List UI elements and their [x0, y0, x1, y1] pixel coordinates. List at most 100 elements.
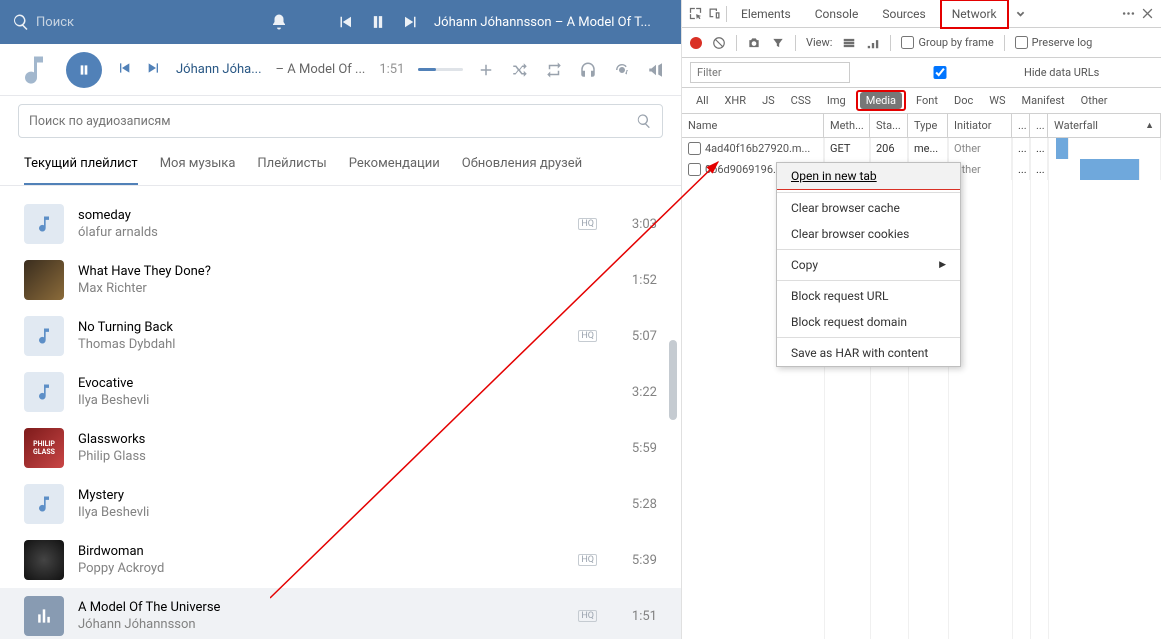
shuffle-icon[interactable]	[511, 61, 529, 79]
track-title: No Turning Back	[78, 320, 564, 335]
camera-icon[interactable]	[747, 36, 761, 50]
progress-bar[interactable]	[418, 68, 463, 71]
tab-console[interactable]: Console	[805, 1, 869, 27]
col-waterfall[interactable]: Waterfall▲	[1048, 114, 1161, 137]
context-menu-item[interactable]: Open in new tab	[777, 163, 960, 190]
type-filter-js[interactable]: JS	[756, 92, 781, 109]
track-row[interactable]: EvocativeIlya Beshevli3:22	[0, 364, 681, 420]
track-row[interactable]: PHILIPGLASSGlassworksPhilip Glass5:59	[0, 420, 681, 476]
audio-search-input[interactable]	[29, 114, 636, 129]
repeat-icon[interactable]	[545, 61, 563, 79]
track-info: GlassworksPhilip Glass	[78, 432, 605, 464]
track-row[interactable]: No Turning BackThomas DybdahlHQ5:07	[0, 308, 681, 364]
inspect-icon[interactable]	[688, 6, 703, 21]
track-title: Evocative	[78, 376, 605, 391]
tab-recommendations[interactable]: Рекомендации	[349, 156, 440, 185]
topbar-track-title: Jóhann Jóhannsson – A Model Of T...	[434, 15, 669, 30]
track-row[interactable]: BirdwomanPoppy AckroydHQ5:39	[0, 532, 681, 588]
col-ext2[interactable]: ...	[1030, 114, 1048, 137]
filter-input[interactable]	[690, 62, 850, 83]
type-filter-media[interactable]: Media	[860, 92, 902, 109]
context-menu-item[interactable]: Block request URL	[777, 283, 960, 309]
close-icon[interactable]	[1140, 6, 1155, 21]
track-artist: Ilya Beshevli	[78, 505, 605, 520]
type-filter-xhr[interactable]: XHR	[719, 92, 753, 109]
type-filter-css[interactable]: CSS	[785, 92, 817, 109]
next-button[interactable]	[402, 13, 420, 31]
context-menu-item[interactable]: Clear browser cookies	[777, 221, 960, 247]
type-filter-manifest[interactable]: Manifest	[1016, 92, 1071, 109]
col-type[interactable]: Type	[908, 114, 948, 137]
large-rows-icon[interactable]	[842, 36, 856, 50]
search-input[interactable]	[36, 15, 216, 30]
type-filter-img[interactable]: Img	[821, 92, 852, 109]
type-filter-all[interactable]: All	[690, 92, 715, 109]
more-icon[interactable]	[1121, 6, 1136, 21]
row-checkbox[interactable]	[688, 142, 701, 155]
track-row[interactable]: somedayólafur arnaldsHQ3:03	[0, 196, 681, 252]
tab-friends-updates[interactable]: Обновления друзей	[462, 156, 582, 185]
col-name[interactable]: Name	[682, 114, 824, 137]
prev-button[interactable]	[336, 13, 354, 31]
group-by-frame-checkbox[interactable]: Group by frame	[901, 36, 993, 49]
col-ext1[interactable]: ...	[1012, 114, 1030, 137]
track-row[interactable]: A Model Of The UniverseJóhann Jóhannsson…	[0, 588, 681, 639]
context-menu-item[interactable]: Copy▶	[777, 252, 960, 278]
track-info: somedayólafur arnalds	[78, 208, 564, 240]
scrollbar-thumb[interactable]	[669, 340, 677, 420]
pause-button[interactable]	[368, 12, 388, 32]
type-filter-ws[interactable]: WS	[983, 92, 1011, 109]
broadcast-icon[interactable]	[613, 61, 631, 79]
hq-badge: HQ	[578, 218, 597, 230]
headphones-icon[interactable]	[579, 61, 597, 79]
track-artist: Thomas Dybdahl	[78, 337, 564, 352]
more-tabs-icon[interactable]	[1013, 6, 1028, 21]
col-status[interactable]: Sta...	[870, 114, 908, 137]
clear-icon[interactable]	[712, 36, 726, 50]
type-filter-other[interactable]: Other	[1075, 92, 1114, 109]
next-track-button[interactable]	[146, 60, 162, 80]
pause-icon	[368, 12, 388, 32]
view-label: View:	[806, 36, 832, 49]
devtools-tabs: Elements Console Sources Network	[682, 0, 1161, 28]
type-filter-doc[interactable]: Doc	[948, 92, 979, 109]
global-search[interactable]	[12, 13, 232, 31]
row-checkbox[interactable]	[688, 163, 701, 176]
device-toggle-icon[interactable]	[707, 6, 722, 21]
type-filter-font[interactable]: Font	[910, 92, 944, 109]
tab-sources[interactable]: Sources	[872, 1, 935, 27]
track-row[interactable]: MysteryIlya Beshevli5:28	[0, 476, 681, 532]
add-icon[interactable]	[477, 61, 495, 79]
tab-network[interactable]: Network	[940, 0, 1009, 29]
col-method[interactable]: Meth...	[824, 114, 870, 137]
tab-elements[interactable]: Elements	[731, 1, 801, 27]
audio-search[interactable]	[18, 104, 663, 138]
track-duration: 5:39	[619, 553, 657, 568]
notifications-button[interactable]	[270, 13, 288, 31]
preserve-log-checkbox[interactable]: Preserve log	[1015, 36, 1093, 49]
play-pause-button[interactable]	[66, 52, 102, 88]
track-cover	[24, 204, 64, 244]
record-button[interactable]	[690, 37, 702, 49]
tab-playlists[interactable]: Плейлисты	[257, 156, 326, 185]
overview-icon[interactable]	[866, 36, 880, 50]
next-icon	[146, 60, 162, 76]
prev-track-button[interactable]	[116, 60, 132, 80]
context-menu-item[interactable]: Clear browser cache	[777, 195, 960, 221]
tab-my-music[interactable]: Моя музыка	[160, 156, 236, 185]
hide-data-urls-checkbox[interactable]: Hide data URLs	[860, 66, 1099, 79]
track-row[interactable]: What Have They Done?Max Richter1:52	[0, 252, 681, 308]
audio-tabs: Текущий плейлист Моя музыка Плейлисты Ре…	[0, 156, 681, 186]
col-initiator[interactable]: Initiator	[948, 114, 1012, 137]
context-menu-item[interactable]: Save as HAR with content	[777, 340, 960, 366]
prev-icon	[116, 60, 132, 76]
tab-current-playlist[interactable]: Текущий плейлист	[24, 156, 138, 185]
vk-music-panel: Jóhann Jóhannsson – A Model Of T... Jóha…	[0, 0, 682, 639]
filter-icon[interactable]	[771, 36, 785, 50]
track-duration: 3:22	[619, 385, 657, 400]
network-row[interactable]: 4ad40f16b27920.m...GET206me...Other.....…	[682, 138, 1161, 159]
megaphone-icon[interactable]	[647, 61, 665, 79]
topbar: Jóhann Jóhannsson – A Model Of T...	[0, 0, 681, 44]
track-duration: 5:07	[619, 329, 657, 344]
context-menu-item[interactable]: Block request domain	[777, 309, 960, 335]
